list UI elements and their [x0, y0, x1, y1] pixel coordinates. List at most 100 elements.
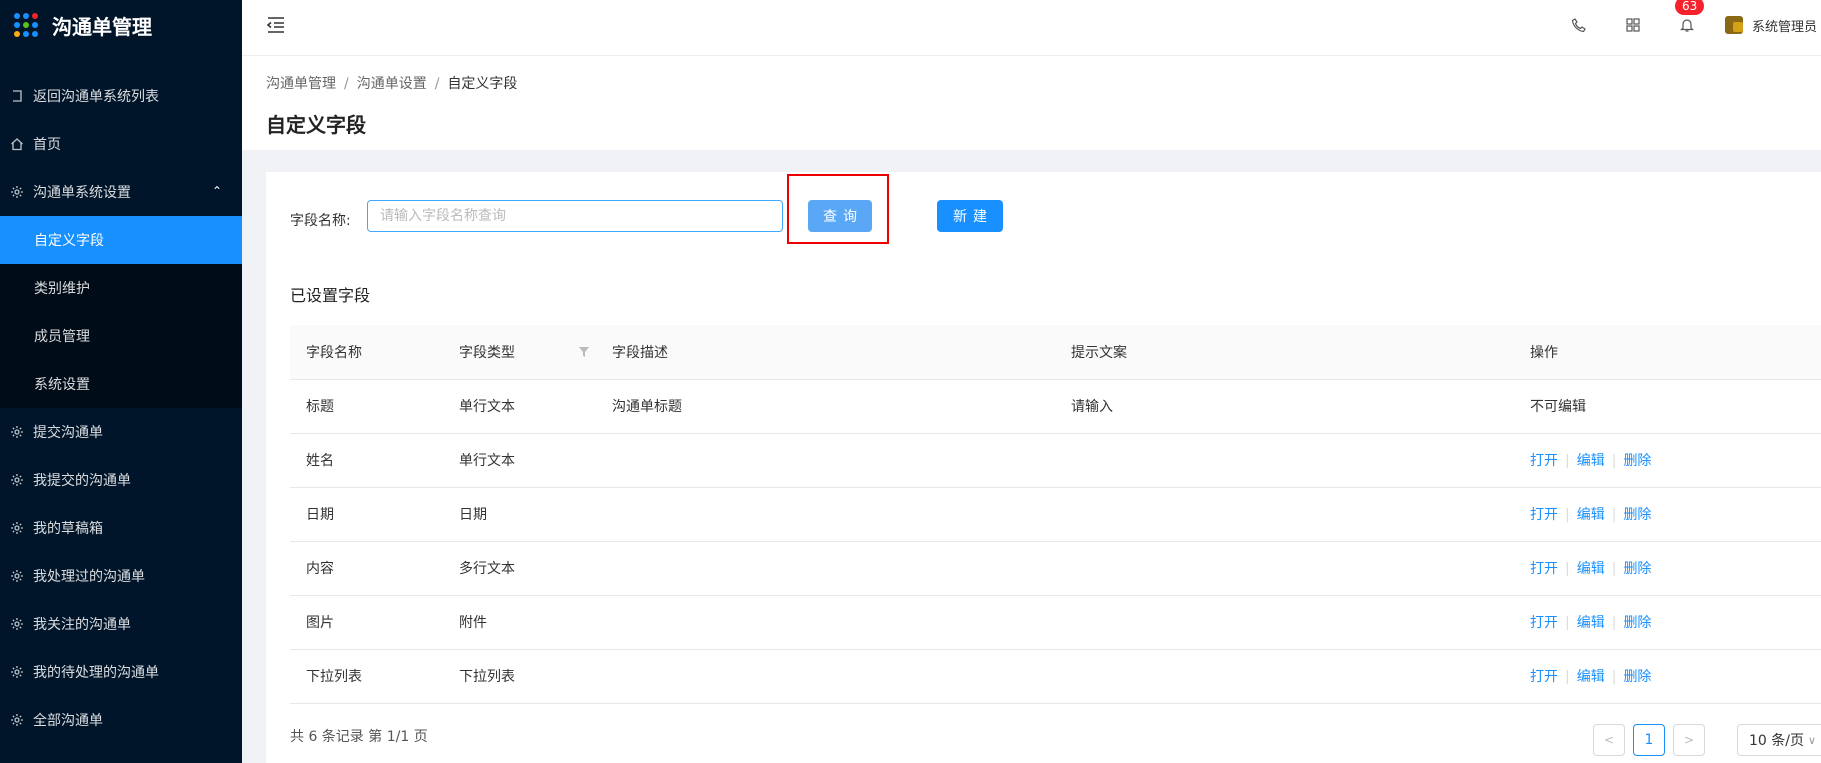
sidebar-item-label: 类别维护 [34, 281, 90, 297]
edit-link[interactable]: 编辑 [1577, 561, 1605, 577]
cell-hint: 请输入 [1055, 379, 1514, 434]
gear-icon [10, 617, 24, 631]
table-row: 标题 单行文本 沟通单标题 请输入 不可编辑 [290, 379, 1821, 434]
search-label: 字段名称: [290, 213, 351, 229]
action-separator: | [1611, 669, 1617, 685]
search-input[interactable] [367, 200, 783, 232]
sidebar-item-home[interactable]: 首页 [0, 120, 242, 168]
open-link[interactable]: 打开 [1530, 453, 1558, 469]
gear-icon [10, 521, 24, 535]
pagination: < 1 > 10 条/页 ∨ [1593, 724, 1821, 756]
sidebar-item-system-settings[interactable]: 系统设置 [0, 360, 242, 408]
cell-name: 标题 [290, 379, 443, 434]
bell-icon[interactable]: 63 [1675, 0, 1705, 33]
breadcrumb-item[interactable]: 沟通单管理 [266, 76, 336, 92]
breadcrumb-current: 自定义字段 [447, 76, 518, 92]
next-page-button[interactable]: > [1673, 724, 1705, 756]
sidebar-item-followed[interactable]: 我关注的沟通单 [0, 600, 242, 648]
cell-type: 日期 [443, 487, 596, 542]
page-size-value: 10 条/页 [1749, 733, 1804, 749]
delete-link[interactable]: 删除 [1623, 615, 1651, 631]
phone-icon[interactable] [1571, 17, 1587, 33]
column-header: 操作 [1514, 325, 1821, 380]
edit-link[interactable]: 编辑 [1577, 453, 1605, 469]
cell-action-readonly: 不可编辑 [1514, 379, 1821, 434]
cell-name: 日期 [290, 487, 443, 542]
content-card: 字段名称: 查询 新建 已设置字段 字段名称 字段类型 字段描述 提示文案 操作… [266, 172, 1821, 763]
sidebar-item-members[interactable]: 成员管理 [0, 312, 242, 360]
action-separator: | [1565, 669, 1570, 685]
chevron-right-icon: > [1683, 733, 1695, 747]
pagination-summary: 共 6 条记录 第 1/1 页 [290, 729, 428, 745]
app-logo[interactable]: 沟通单管理 [0, 0, 242, 50]
column-header-label: 字段类型 [459, 344, 515, 361]
sidebar-item-pending[interactable]: 我的待处理的沟通单 [0, 648, 242, 696]
sidebar-item-categories[interactable]: 类别维护 [0, 264, 242, 312]
cell-desc [596, 433, 1055, 488]
chevron-left-icon: < [1603, 733, 1615, 747]
cell-hint [1055, 649, 1514, 704]
edit-link[interactable]: 编辑 [1577, 669, 1605, 685]
sidebar: 沟通单管理 返回沟通单系统列表 首页 沟通单系统设置 ⌃ 自定义字段 类别维护 … [0, 0, 242, 763]
cell-name: 图片 [290, 595, 443, 650]
column-header: 提示文案 [1055, 325, 1514, 380]
breadcrumb: 沟通单管理 / 沟通单设置 / 自定义字段 [266, 73, 517, 93]
fields-table: 字段名称 字段类型 字段描述 提示文案 操作 标题 单行文本 沟通单标题 请输入… [290, 325, 1821, 704]
open-link[interactable]: 打开 [1530, 561, 1558, 577]
filter-icon[interactable] [578, 346, 590, 358]
cell-desc: 沟通单标题 [596, 379, 1055, 434]
cell-name: 内容 [290, 541, 443, 596]
new-button[interactable]: 新建 [937, 200, 1003, 232]
delete-link[interactable]: 删除 [1623, 669, 1651, 685]
sidebar-item-custom-fields[interactable]: 自定义字段 [0, 216, 242, 264]
action-separator: | [1565, 615, 1570, 631]
sidebar-group-label: 沟通单系统设置 [33, 185, 131, 201]
app-title: 沟通单管理 [52, 14, 152, 39]
page-size-select[interactable]: 10 条/页 ∨ [1737, 724, 1821, 756]
return-icon [10, 89, 24, 103]
prev-page-button[interactable]: < [1593, 724, 1625, 756]
query-button[interactable]: 查询 [808, 200, 872, 232]
cell-actions: 打开 | 编辑 | 删除 [1514, 541, 1821, 596]
apps-grid-icon[interactable] [1625, 17, 1641, 33]
open-link[interactable]: 打开 [1530, 669, 1558, 685]
action-separator: | [1611, 615, 1617, 631]
chevron-up-icon: ⌃ [211, 184, 222, 198]
sidebar-item-drafts[interactable]: 我的草稿箱 [0, 504, 242, 552]
gear-icon [10, 569, 24, 583]
settings-submenu: 自定义字段 类别维护 成员管理 系统设置 [0, 216, 242, 408]
app-grid-icon [14, 13, 38, 37]
action-separator: | [1565, 507, 1570, 523]
cell-actions: 打开 | 编辑 | 删除 [1514, 433, 1821, 488]
user-menu[interactable]: 系统管理员 [1725, 16, 1821, 35]
delete-link[interactable]: 删除 [1623, 507, 1651, 523]
open-link[interactable]: 打开 [1530, 507, 1558, 523]
sidebar-item-handled[interactable]: 我处理过的沟通单 [0, 552, 242, 600]
table-row: 姓名 单行文本 打开 | 编辑 | 删除 [290, 433, 1821, 488]
sidebar-item-label: 系统设置 [34, 377, 90, 393]
sidebar-item-label: 自定义字段 [34, 233, 104, 249]
sidebar-item-back[interactable]: 返回沟通单系统列表 [0, 72, 242, 120]
menu-fold-icon[interactable] [266, 16, 286, 34]
sidebar-item-my-submitted[interactable]: 我提交的沟通单 [0, 456, 242, 504]
edit-link[interactable]: 编辑 [1577, 507, 1605, 523]
edit-link[interactable]: 编辑 [1577, 615, 1605, 631]
avatar [1725, 16, 1743, 34]
sidebar-item-all[interactable]: 全部沟通单 [0, 696, 242, 744]
delete-link[interactable]: 删除 [1623, 453, 1651, 469]
delete-link[interactable]: 删除 [1623, 561, 1651, 577]
cell-desc [596, 595, 1055, 650]
breadcrumb-separator: / [344, 76, 349, 92]
page-button[interactable]: 1 [1633, 724, 1665, 756]
cell-hint [1055, 541, 1514, 596]
open-link[interactable]: 打开 [1530, 615, 1558, 631]
breadcrumb-item[interactable]: 沟通单设置 [357, 76, 427, 92]
action-separator: | [1611, 561, 1617, 577]
sidebar-group-settings[interactable]: 沟通单系统设置 ⌃ [0, 168, 242, 216]
page-title: 自定义字段 [266, 113, 366, 137]
sidebar-item-submit[interactable]: 提交沟通单 [0, 408, 242, 456]
table-row: 日期 日期 打开 | 编辑 | 删除 [290, 487, 1821, 542]
cell-hint [1055, 595, 1514, 650]
table-row: 下拉列表 下拉列表 打开 | 编辑 | 删除 [290, 649, 1821, 704]
cell-name: 姓名 [290, 433, 443, 488]
